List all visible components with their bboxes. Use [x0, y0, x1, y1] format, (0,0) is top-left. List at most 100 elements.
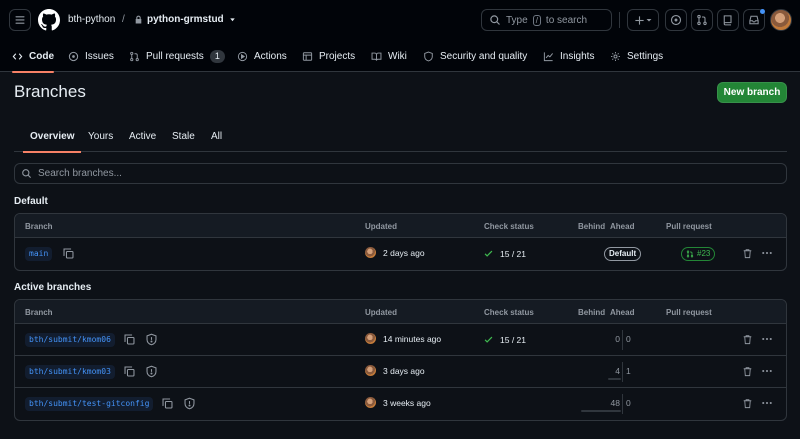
git-pull-request-icon: [697, 14, 707, 26]
tab-issues[interactable]: Issues: [68, 40, 114, 72]
tab-projects[interactable]: Projects: [302, 40, 355, 72]
header-divider: [619, 12, 620, 28]
subtab-stale[interactable]: Stale: [172, 131, 195, 142]
branch-filter-tabs: Overview Yours Active Stale All: [14, 121, 787, 153]
pull-request-number: #23: [697, 249, 711, 258]
lock-icon: [135, 15, 142, 24]
branch-rule-button[interactable]: [145, 365, 158, 378]
ahead-count: 0: [626, 334, 631, 344]
tab-label: Actions: [254, 50, 287, 62]
new-branch-button[interactable]: New branch: [717, 82, 787, 103]
branch-rule-button[interactable]: [145, 333, 158, 346]
header-top-row: bth-python / python-grmstud Type / to se…: [0, 0, 800, 40]
table-header: Branch Updated Check status Behind Ahead…: [15, 214, 786, 238]
branch-link[interactable]: bth/submit/test-gitconfig: [25, 397, 154, 411]
tab-actions[interactable]: Actions: [237, 40, 287, 72]
tab-settings[interactable]: Settings: [610, 40, 663, 72]
behind-count: 4: [615, 366, 620, 376]
col-check-status: Check status: [484, 308, 534, 317]
updated-time: 3 weeks ago: [383, 397, 431, 408]
copy-button[interactable]: [123, 365, 136, 378]
subtab-overview[interactable]: Overview: [22, 131, 83, 153]
more-options-button[interactable]: [759, 395, 775, 411]
issues-button[interactable]: [665, 9, 687, 31]
behind-ahead-divider: [622, 394, 623, 414]
owner-link[interactable]: bth-python: [68, 14, 115, 25]
menu-button[interactable]: [9, 9, 31, 31]
subtab-active[interactable]: Active: [129, 131, 156, 142]
app-header: bth-python / python-grmstud Type / to se…: [0, 0, 800, 73]
repo-link[interactable]: python-grmstud: [134, 14, 237, 25]
tab-insights[interactable]: Insights: [543, 40, 594, 72]
author-avatar[interactable]: [365, 247, 376, 258]
behind-ahead-divider: [622, 362, 623, 382]
col-pull-request: Pull request: [666, 222, 712, 231]
table-row: bth/submit/kmom03 3 days ago 4 1: [15, 356, 786, 388]
play-icon: [237, 51, 248, 61]
tab-pull-requests[interactable]: Pull requests 1: [129, 40, 225, 72]
delete-branch-button[interactable]: [742, 398, 753, 409]
updated-time: 3 days ago: [383, 365, 425, 376]
updated-cell: 14 minutes ago: [365, 333, 441, 344]
author-avatar[interactable]: [365, 365, 376, 376]
user-avatar[interactable]: [770, 9, 792, 31]
subtab-yours[interactable]: Yours: [88, 131, 113, 142]
more-options-button[interactable]: [759, 363, 775, 379]
check-count: 15 / 21: [500, 248, 526, 259]
gear-icon: [611, 51, 620, 61]
tab-label: Pull requests: [146, 50, 204, 62]
col-check-status: Check status: [484, 222, 534, 231]
col-ahead: Ahead: [610, 222, 635, 231]
col-updated: Updated: [365, 222, 397, 231]
delete-branch-button[interactable]: [742, 366, 753, 377]
github-logo-icon[interactable]: [38, 9, 60, 31]
copy-button[interactable]: [161, 397, 174, 410]
table-header: Branch Updated Check status Behind Ahead…: [15, 300, 786, 324]
branch-rule-button[interactable]: [183, 397, 196, 410]
check-count: 15 / 21: [500, 334, 526, 345]
tab-label: Code: [29, 50, 54, 62]
more-options-button[interactable]: [759, 331, 775, 347]
code-icon: [12, 52, 23, 60]
check-status[interactable]: 15 / 21: [483, 248, 526, 259]
branch-link[interactable]: main: [25, 247, 53, 261]
repositories-button[interactable]: [717, 9, 739, 31]
pull-request-badge[interactable]: #23: [681, 247, 716, 261]
create-new-button[interactable]: [627, 9, 659, 31]
branch-link[interactable]: bth/submit/kmom06: [25, 333, 115, 347]
tab-label: Wiki: [388, 50, 407, 62]
more-options-button[interactable]: [759, 245, 775, 261]
pull-requests-button[interactable]: [691, 9, 713, 31]
table-row: main 2 days ago 15 / 21 Default #23: [15, 238, 786, 270]
branch-link[interactable]: bth/submit/kmom03: [25, 365, 115, 379]
delete-branch-button[interactable]: [742, 334, 753, 345]
check-status[interactable]: 15 / 21: [483, 334, 526, 345]
behind-ahead-divider: [622, 330, 623, 350]
delete-branch-button[interactable]: [742, 248, 753, 259]
updated-cell: 2 days ago: [365, 247, 425, 258]
subtab-all[interactable]: All: [211, 131, 222, 142]
kebab-horizontal-icon: [762, 401, 772, 405]
pull-request-icon: [130, 51, 139, 61]
branch-search-input[interactable]: Search branches...: [14, 163, 787, 184]
page-title: Branches: [14, 82, 86, 101]
col-branch: Branch: [25, 308, 53, 317]
issue-icon: [68, 51, 79, 61]
tab-wiki[interactable]: Wiki: [371, 40, 407, 72]
copy-button[interactable]: [62, 247, 75, 260]
notification-indicator: [760, 9, 765, 14]
caret-down-icon: [646, 19, 651, 22]
tab-label: Insights: [560, 50, 595, 62]
tab-code[interactable]: Code: [12, 40, 54, 73]
tab-security[interactable]: Security and quality: [423, 40, 527, 72]
global-search[interactable]: Type / to search: [481, 9, 612, 31]
trash-icon: [743, 399, 752, 409]
copy-button[interactable]: [123, 333, 136, 346]
table-row: bth/submit/kmom06 14 minutes ago 15 / 21…: [15, 324, 786, 356]
trash-icon: [743, 249, 752, 259]
active-section-heading: Active branches: [14, 282, 92, 293]
default-section-heading: Default: [14, 196, 48, 207]
author-avatar[interactable]: [365, 333, 376, 344]
check-icon: [484, 336, 493, 343]
author-avatar[interactable]: [365, 397, 376, 408]
